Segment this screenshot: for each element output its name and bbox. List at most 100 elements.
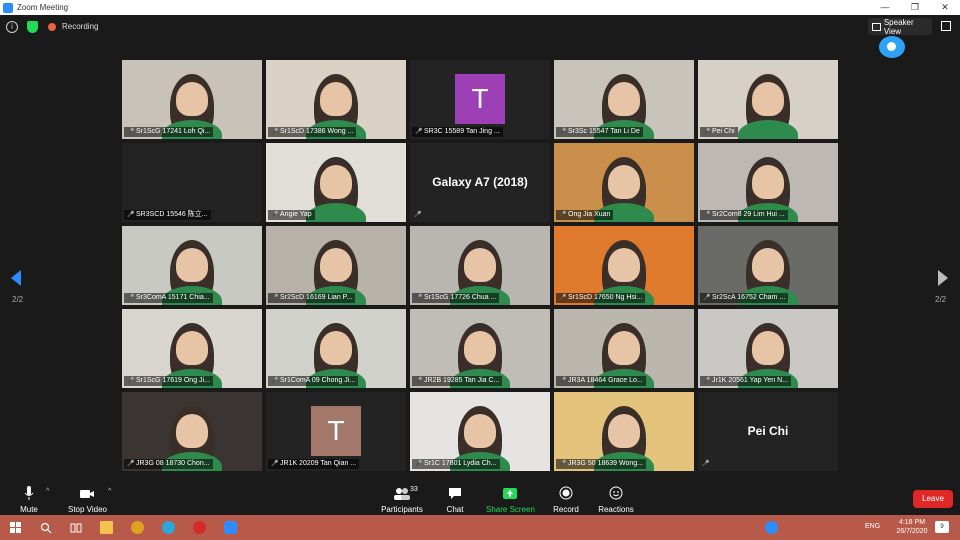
participant-tile[interactable]: 🎤 SR3SCD 15546 陈立... <box>122 143 262 222</box>
participant-name-text: JR3A 18464 Grace Lo... <box>568 377 643 384</box>
opera-icon[interactable] <box>193 521 206 534</box>
participant-face <box>608 248 640 282</box>
search-icon[interactable] <box>40 521 53 534</box>
muted-mic-icon: 🎤 <box>415 295 423 301</box>
participant-name-label: 🎤 Sr2Com8 29 Lim Hui ... <box>700 210 788 220</box>
speaker-view-button[interactable]: Speaker View <box>868 17 932 36</box>
video-options-caret-icon[interactable]: ^ <box>108 488 111 495</box>
participant-name-text: Jr1K 20561 Yap Yen N... <box>712 377 789 384</box>
zoom-taskbar-icon[interactable] <box>224 521 237 534</box>
participant-name-text: Sr1ScG 17726 Chua ... <box>424 294 497 301</box>
help-icon[interactable] <box>765 521 778 534</box>
participant-name-label: 🎤 Sr3ComA 15171 Chia... <box>124 293 213 303</box>
clock-time: 4:18 PM <box>898 519 926 526</box>
participant-face <box>464 331 496 365</box>
participant-name-text: Sr1ComA 09 Chong Ji... <box>280 377 356 384</box>
participants-icon: 33 <box>380 486 424 501</box>
participant-tile[interactable]: 🎤 Sr1ScG 17726 Chua ... <box>410 226 550 305</box>
participant-tile[interactable]: T 🎤 JR1K 20209 Tan Qian ... <box>266 392 406 471</box>
mute-label: Mute <box>20 505 38 514</box>
leave-button[interactable]: Leave <box>913 490 953 508</box>
info-icon[interactable]: i <box>6 21 18 33</box>
record-button[interactable]: Record <box>552 486 580 514</box>
participant-name-label: 🎤 Angie Yap <box>268 210 315 220</box>
muted-mic-icon: 🎤 <box>271 461 279 467</box>
participant-tile[interactable]: 🎤 Sr2ScD 16169 Lian P... <box>266 226 406 305</box>
participant-tile[interactable]: T 🎤 SR3C 15589 Tan Jing ... <box>410 60 550 139</box>
participant-tile[interactable]: 🎤 Sr2Com8 29 Lim Hui ... <box>698 143 838 222</box>
page-indicator-right: 2/2 <box>935 295 947 304</box>
share-screen-button[interactable]: Share Screen <box>486 486 535 514</box>
participant-name-text: Pei Chi <box>712 128 735 135</box>
participant-tile[interactable]: 🎤 Sr1ScD 17386 Wong ... <box>266 60 406 139</box>
muted-mic-icon: 🎤 <box>415 378 423 384</box>
participant-name-label: 🎤 Sr1ScD 17386 Wong ... <box>268 127 357 137</box>
participants-button[interactable]: 33 Participants <box>380 486 424 514</box>
participant-face <box>608 414 640 448</box>
task-view-icon[interactable] <box>70 521 83 534</box>
next-page-arrow-icon[interactable] <box>938 270 948 286</box>
muted-mic-icon: 🎤 <box>271 295 279 301</box>
muted-mic-icon: 🎤 <box>703 129 711 135</box>
participant-tile[interactable]: 🎤 JR3A 18464 Grace Lo... <box>554 309 694 388</box>
participant-tile[interactable]: 🎤 JR2B 19285 Tan Jia C... <box>410 309 550 388</box>
fullscreen-icon[interactable] <box>941 21 951 31</box>
participants-label: Participants <box>381 505 423 514</box>
reactions-label: Reactions <box>598 505 634 514</box>
stop-video-button[interactable]: Stop Video <box>68 486 107 514</box>
participant-tile[interactable]: 🎤 Sr2ScA 16752 Cham ... <box>698 226 838 305</box>
muted-mic-icon: 🎤 <box>414 212 422 218</box>
participant-tile[interactable]: 🎤 Sr1C 17801 Lydia Ch... <box>410 392 550 471</box>
participant-tile[interactable]: 🎤 Sr3Sc 15547 Tan Li De <box>554 60 694 139</box>
edge-icon[interactable] <box>162 521 175 534</box>
chat-icon <box>442 486 468 501</box>
speaker-view-label: Speaker View <box>883 17 914 36</box>
participant-tile[interactable]: 🎤 Sr1ScG 17619 Ong Ji... <box>122 309 262 388</box>
participant-tile[interactable]: 🎤 Angie Yap <box>266 143 406 222</box>
minimize-button[interactable]: — <box>870 0 900 15</box>
participant-tile[interactable]: 🎤 Sr1ScD 17650 Ng Hsi... <box>554 226 694 305</box>
participant-face <box>320 82 352 116</box>
meeting-topbar: i Recording Speaker View <box>0 15 960 58</box>
participant-tile[interactable]: 🎤 Ong Jia Xuan <box>554 143 694 222</box>
participant-name-text: JR3G 50 18639 Wong... <box>568 460 643 467</box>
participant-face <box>320 331 352 365</box>
security-shield-icon[interactable] <box>27 21 38 33</box>
chrome-icon[interactable] <box>131 521 144 534</box>
file-explorer-icon[interactable] <box>100 521 113 534</box>
participant-tile[interactable]: 🎤 Sr1ScG 17241 Loh Qi... <box>122 60 262 139</box>
participant-name-label: 🎤 JR1K 20209 Tan Qian ... <box>268 459 360 469</box>
participant-tile[interactable]: Galaxy A7 (2018) 🎤 <box>410 143 550 222</box>
chat-button[interactable]: Chat <box>442 486 468 514</box>
participant-tile[interactable]: 🎤 Pei Chi <box>698 60 838 139</box>
participant-name-label: 🎤 Ong Jia Xuan <box>556 210 614 220</box>
participant-face <box>752 248 784 282</box>
muted-mic-icon: 🎤 <box>703 212 711 218</box>
participant-tile[interactable]: 🎤 JR3G 50 18639 Wong... <box>554 392 694 471</box>
window-controls: — ❐ ✕ <box>870 0 960 15</box>
maximize-button[interactable]: ❐ <box>900 0 930 15</box>
participant-name-text: Sr2ScD 16169 Lian P... <box>280 294 353 301</box>
notification-center-icon[interactable]: 9 <box>935 521 949 533</box>
participant-tile[interactable]: 🎤 Jr1K 20561 Yap Yen N... <box>698 309 838 388</box>
muted-mic-icon: 🎤 <box>559 378 567 384</box>
participant-tile[interactable]: Pei Chi 🎤 <box>698 392 838 471</box>
muted-mic-icon: 🎤 <box>703 295 711 301</box>
previous-page-arrow-icon[interactable] <box>11 270 21 286</box>
muted-mic-icon: 🎤 <box>415 129 423 135</box>
muted-mic-icon: 🎤 <box>703 378 711 384</box>
reactions-button[interactable]: Reactions <box>598 486 634 514</box>
participant-tile[interactable]: 🎤 JR3G 08 18730 Chon... <box>122 392 262 471</box>
window-titlebar: Zoom Meeting — ❐ ✕ <box>0 0 960 15</box>
participant-tile[interactable]: 🎤 Sr1ComA 09 Chong Ji... <box>266 309 406 388</box>
participant-tile[interactable]: 🎤 Sr3ComA 15171 Chia... <box>122 226 262 305</box>
participant-name-text: Angie Yap <box>280 211 312 218</box>
system-clock[interactable]: 4:18 PM 26/7/2020 <box>892 518 932 536</box>
mute-button[interactable]: Mute <box>18 486 40 514</box>
language-indicator[interactable]: ENG <box>865 523 880 530</box>
close-button[interactable]: ✕ <box>930 0 960 15</box>
muted-mic-icon: 🎤 <box>127 129 135 135</box>
mute-options-caret-icon[interactable]: ^ <box>46 488 49 495</box>
participant-name-label: 🎤 Pei Chi <box>700 127 738 137</box>
windows-start-icon[interactable] <box>10 521 23 534</box>
